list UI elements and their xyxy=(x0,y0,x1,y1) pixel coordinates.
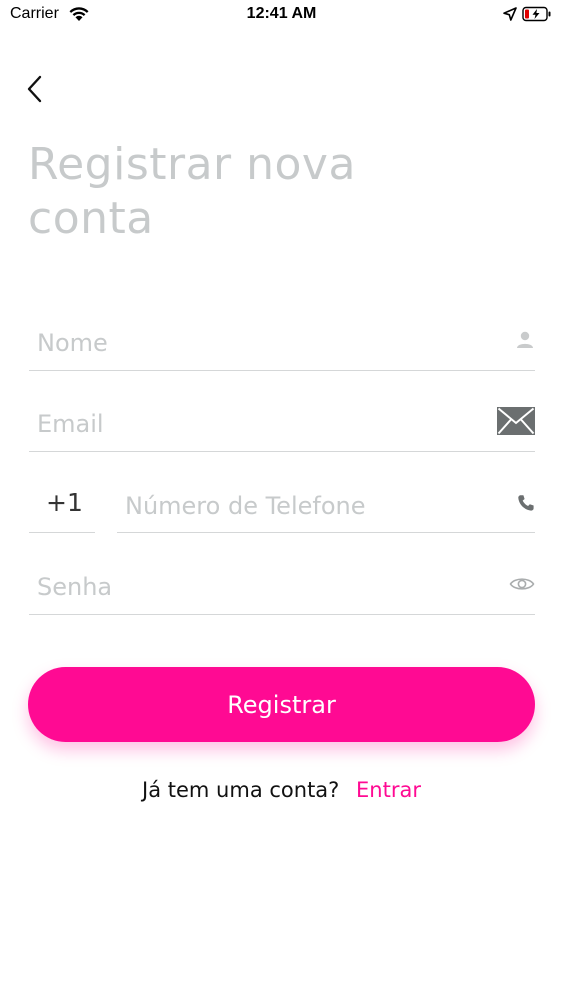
person-icon xyxy=(517,331,533,348)
envelope-icon xyxy=(497,407,535,435)
clock: 12:41 AM xyxy=(246,5,317,22)
register-button[interactable]: Registrar xyxy=(28,667,535,742)
eye-icon[interactable] xyxy=(509,575,535,593)
password-input[interactable] xyxy=(35,570,479,604)
chevron-left-icon xyxy=(27,75,42,103)
login-row: Já tem uma conta? Entrar xyxy=(0,778,563,802)
email-field xyxy=(29,391,535,452)
phone-field xyxy=(117,473,535,533)
country-code-label: +1 xyxy=(46,488,83,517)
login-prompt: Já tem uma conta? xyxy=(142,778,340,802)
password-field xyxy=(29,554,535,615)
phone-input[interactable] xyxy=(123,489,487,523)
name-input[interactable] xyxy=(35,326,479,360)
back-button[interactable] xyxy=(20,72,52,106)
email-input[interactable] xyxy=(35,407,479,441)
name-field xyxy=(29,310,535,371)
phone-icon xyxy=(518,495,534,511)
location-arrow-icon xyxy=(503,7,517,21)
login-link[interactable]: Entrar xyxy=(356,778,421,802)
status-bar: Carrier 12:41 AM xyxy=(0,0,563,30)
battery-charging-icon xyxy=(522,6,551,22)
country-code-selector[interactable]: +1 xyxy=(29,473,95,533)
page-title: Registrar nova conta xyxy=(28,139,356,244)
